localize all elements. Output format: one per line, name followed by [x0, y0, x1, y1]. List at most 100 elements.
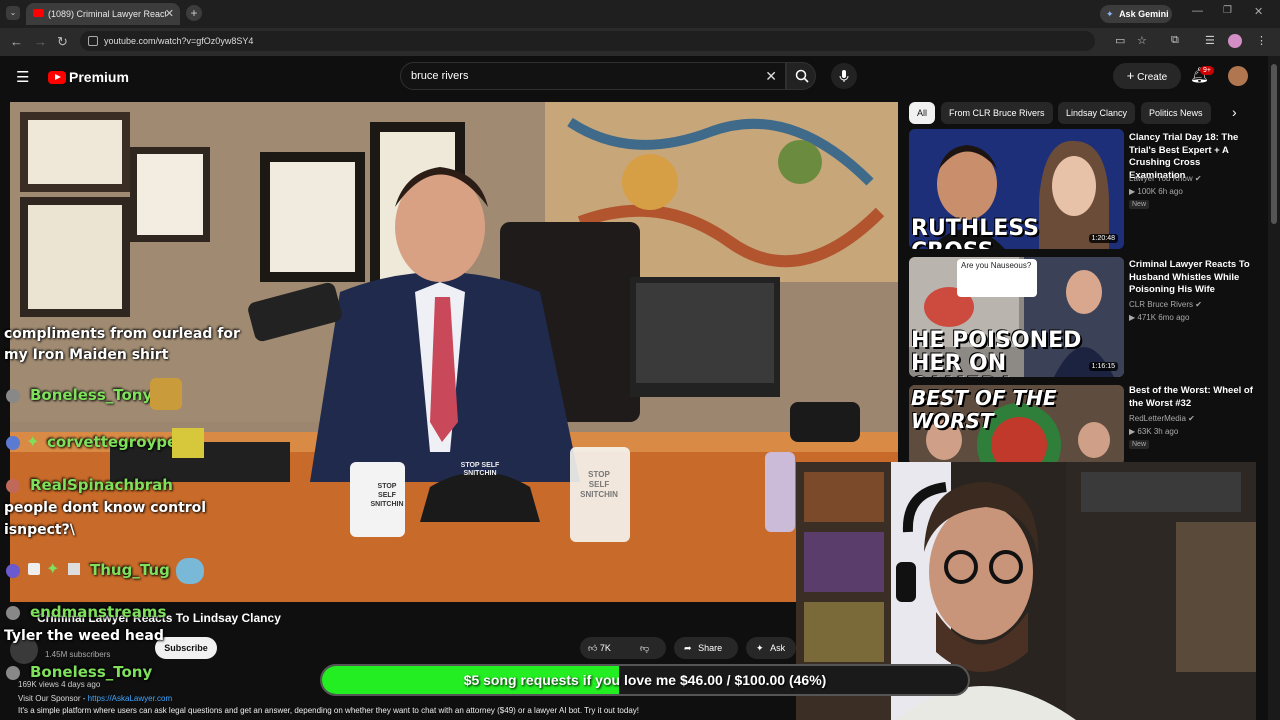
suggestion-meta: ▶ 471K 6mo ago — [1129, 313, 1189, 322]
scrollbar-thumb[interactable] — [1271, 64, 1277, 224]
browser-menu-icon[interactable]: ⋮ — [1256, 34, 1267, 47]
subscribe-button[interactable]: Subscribe — [155, 637, 217, 659]
chat-message: compliments from ourlead for — [4, 326, 240, 342]
thumbs-up-icon: 👍︎ — [588, 643, 598, 653]
search-value: bruce rivers — [411, 70, 469, 82]
views-age: 471K 6mo ago — [1137, 313, 1190, 322]
play-icon: ▶ — [1129, 427, 1136, 436]
suggestion-meta: ▶ 100K 6h ago — [1129, 187, 1183, 196]
chip-all[interactable]: All — [909, 102, 936, 124]
suggestion-thumbnail[interactable]: RUTHLESS CROSS 1:20:48 — [909, 129, 1124, 249]
site-info-icon[interactable] — [88, 36, 98, 46]
chat-badge-icon — [6, 564, 20, 578]
verified-icon: ✔ — [1188, 414, 1195, 423]
video-duration: 1:16:15 — [1088, 362, 1118, 371]
chat-username: Thug_Tug — [90, 561, 170, 579]
ask-gemini-button[interactable]: ✦ Ask Gemini — [1100, 5, 1172, 23]
chat-message: Tyler the weed head — [4, 628, 164, 644]
search-input[interactable]: bruce rivers ✕ — [400, 62, 786, 90]
clear-search-icon[interactable]: ✕ — [765, 63, 777, 89]
views-date: 169K views 4 days ago — [18, 680, 101, 689]
mug-text-left: STOP SELF SNITCHIN — [370, 483, 404, 508]
share-label: Share — [698, 643, 723, 653]
account-avatar[interactable] — [1228, 66, 1248, 86]
new-badge: New — [1129, 440, 1150, 449]
sparkle-badge-icon: ✦ — [26, 434, 40, 451]
extensions-icon[interactable]: ⧉ — [1171, 34, 1179, 47]
play-icon: ▶ — [1129, 187, 1136, 196]
dislike-button[interactable]: 👎︎ — [640, 637, 649, 659]
reading-list-icon[interactable]: ☰ — [1205, 34, 1215, 47]
sparkle-badge-icon: ✦ — [46, 561, 60, 578]
like-dislike-group: 👍︎ 7K 👎︎ — [580, 637, 666, 659]
ask-label: Ask — [770, 643, 786, 653]
youtube-logo[interactable]: Premium — [48, 69, 129, 87]
sponsor-link[interactable]: https://AskaLawyer.com — [88, 694, 172, 703]
create-button[interactable]: + Create — [1113, 63, 1181, 89]
ask-button[interactable]: ✦ Ask — [746, 637, 796, 659]
thumbnail-caption: Are you Nauseous? — [961, 261, 1032, 270]
chat-username: endmanstreams — [30, 603, 167, 621]
tab-title: (1089) Criminal Lawyer Reacts To — [48, 9, 166, 19]
suggestion-channel[interactable]: Lawyer You Know ✔ — [1129, 174, 1202, 183]
suggestion-title[interactable]: Best of the Worst: Wheel of the Worst #3… — [1129, 385, 1259, 410]
thumbnail-text: HE POISONED HER ON CAMERA — [911, 328, 1082, 377]
cast-icon[interactable]: ▭ — [1115, 34, 1125, 47]
address-bar[interactable]: youtube.com/watch?v=gfOz0yw8SY4 — [80, 31, 1095, 51]
suggestion-meta: ▶ 63K 3h ago — [1129, 427, 1178, 436]
tab-search-icon[interactable]: ⌄ — [6, 6, 20, 20]
chat-message: people dont know control — [4, 500, 207, 516]
search-button[interactable] — [786, 62, 816, 90]
like-button[interactable]: 👍︎ 7K — [588, 637, 611, 659]
views-age: 63K 3h ago — [1137, 427, 1179, 436]
youtube-play-icon — [48, 71, 66, 84]
suggestion-title[interactable]: Criminal Lawyer Reacts To Husband Whistl… — [1129, 259, 1259, 297]
chat-message: isnpect?\ — [4, 522, 75, 538]
emote-icon — [172, 428, 204, 458]
emote-icon — [176, 558, 204, 584]
search-icon — [795, 69, 809, 83]
views-age: 100K 6h ago — [1137, 187, 1183, 196]
chip-politics-news[interactable]: Politics News — [1141, 102, 1211, 124]
bookmark-star-icon[interactable]: ☆ — [1137, 34, 1147, 47]
like-count: 7K — [599, 643, 611, 653]
suggestion-thumbnail[interactable]: Are you Nauseous? HE POISONED HER ON CAM… — [909, 257, 1124, 377]
back-icon[interactable]: ← — [10, 28, 23, 56]
verified-icon: ✔ — [1194, 174, 1202, 183]
browser-tab-bar: ⌄ (1089) Criminal Lawyer Reacts To ✕ + ✦… — [0, 0, 1280, 28]
chip-lindsay-clancy[interactable]: Lindsay Clancy — [1058, 102, 1136, 124]
thumbnail-text: BEST OF THE WORST — [911, 386, 1057, 433]
sponsor-prefix: Visit Our Sponsor - — [18, 694, 88, 703]
gemini-icon: ✦ — [1106, 9, 1114, 19]
plus-icon: + — [1126, 68, 1135, 83]
mug-text-right: STOP SELF SNITCHIN — [580, 470, 618, 499]
chat-username: Boneless_Tony — [30, 663, 153, 681]
cap-text: STOP SELF SNITCHIN — [460, 462, 500, 477]
chips-next-icon[interactable]: › — [1232, 104, 1237, 120]
page-scrollbar[interactable] — [1268, 56, 1280, 720]
tab-close-icon[interactable]: ✕ — [165, 3, 174, 25]
window-close-icon[interactable]: ✕ — [1254, 5, 1263, 18]
voice-search-button[interactable] — [831, 63, 857, 89]
chat-badge-icon — [6, 479, 20, 493]
play-icon: ▶ — [1129, 313, 1136, 322]
emote-icon — [150, 378, 182, 410]
reload-icon[interactable]: ↻ — [57, 28, 68, 56]
suggestion-channel[interactable]: CLR Bruce Rivers ✔ — [1129, 300, 1202, 309]
share-button[interactable]: ➦ Share — [674, 637, 738, 659]
minimize-icon[interactable]: — — [1192, 5, 1203, 17]
sub-badge-icon — [68, 563, 80, 575]
browser-tab[interactable]: (1089) Criminal Lawyer Reacts To ✕ — [26, 3, 180, 25]
hamburger-menu-icon[interactable]: ☰ — [16, 68, 29, 86]
new-badge: New — [1129, 200, 1150, 209]
restore-icon[interactable]: ❐ — [1223, 5, 1232, 16]
profile-icon[interactable] — [1228, 34, 1242, 48]
suggestion-channel[interactable]: RedLetterMedia ✔ — [1129, 414, 1195, 423]
thumbnail-text: RUTHLESS CROSS — [911, 216, 1039, 249]
forward-icon[interactable]: → — [34, 28, 47, 56]
new-tab-button[interactable]: + — [186, 5, 202, 21]
chat-username: RealSpinachbrah — [30, 476, 173, 494]
chat-message: my Iron Maiden shirt — [4, 347, 169, 363]
suggestion-thumbnail[interactable]: BEST OF THE WORST — [909, 385, 1124, 465]
chip-from-clr[interactable]: From CLR Bruce Rivers — [941, 102, 1053, 124]
